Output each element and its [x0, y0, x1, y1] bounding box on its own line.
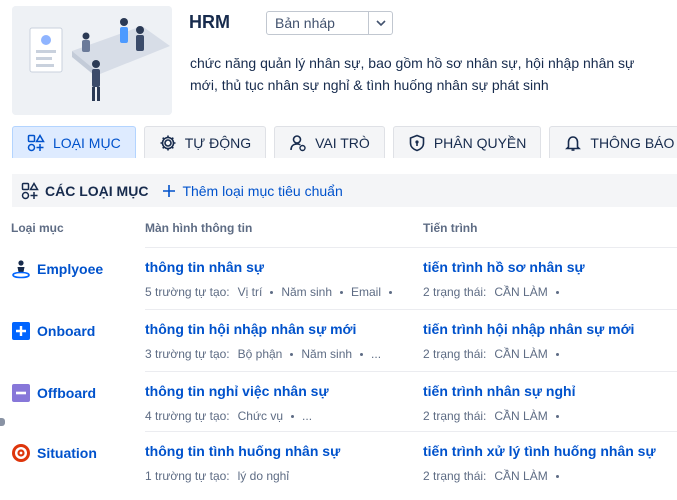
minus-square-icon: [12, 384, 30, 402]
tab-permissions[interactable]: PHÂN QUYỀN: [392, 126, 542, 158]
workflow-link[interactable]: tiến trình xử lý tình huống nhân sự: [423, 443, 656, 459]
tab-label: PHÂN QUYỀN: [433, 134, 527, 151]
item-type-name: Offboard: [37, 385, 97, 401]
workflow-statuses: 2 trạng thái: CẦN LÀM: [423, 347, 567, 361]
target-icon: [12, 444, 30, 462]
screen-link[interactable]: thông tin tình huống nhân sự: [145, 443, 340, 459]
item-type-link[interactable]: Offboard: [11, 383, 96, 403]
workflow-statuses: 2 trạng thái: CẦN LÀM: [423, 409, 567, 423]
item-type-link[interactable]: Situation: [11, 443, 97, 463]
item-type-link[interactable]: Onboard: [11, 321, 95, 341]
workflow-statuses: 2 trạng thái: CẦN LÀM: [423, 285, 567, 299]
user-icon: [290, 134, 306, 151]
field-name: lý do nghỉ: [237, 469, 290, 483]
item-type-link[interactable]: Emplyoee: [11, 259, 103, 279]
field-name: Năm sinh: [281, 285, 332, 299]
row-divider: [145, 371, 677, 372]
table-row: Situation thông tin tình huống nhân sự 1…: [0, 431, 677, 493]
tab-item-types[interactable]: LOẠI MỤC: [12, 126, 136, 158]
section-toolbar: CÁC LOẠI MỤC Thêm loại mục tiêu chuẩn: [12, 174, 677, 207]
status-dropdown[interactable]: Bản nháp: [266, 11, 393, 35]
item-type-name: Onboard: [37, 323, 96, 339]
screen-link[interactable]: thông tin nghỉ việc nhân sự: [145, 383, 329, 399]
fields-count: 1 trường tự tạo:: [145, 469, 230, 483]
status-count: 2 trạng thái:: [423, 285, 487, 299]
status-name: CẦN LÀM: [494, 469, 548, 483]
table-row: Emplyoee thông tin nhân sự 5 trường tự t…: [0, 247, 677, 309]
field-name: ...: [302, 409, 313, 423]
status-count: 2 trạng thái:: [423, 409, 487, 423]
screen-link[interactable]: thông tin hội nhập nhân sự mới: [145, 321, 356, 337]
tab-notifications[interactable]: THÔNG BÁO: [549, 126, 677, 158]
section-title: CÁC LOẠI MỤC: [45, 182, 149, 199]
workflow-link[interactable]: tiến trình hội nhập nhân sự mới: [423, 321, 634, 337]
item-type-name: Emplyoee: [37, 261, 104, 277]
status-value: Bản nháp: [275, 15, 335, 31]
screen-fields: 1 trường tự tạo: lý do nghỉ: [145, 469, 289, 483]
screen-fields: 4 trường tự tạo: Chức vụ ...: [145, 409, 312, 423]
item-type-name: Situation: [37, 445, 97, 461]
plus-square-icon: [12, 322, 30, 340]
fields-count: 4 trường tự tạo:: [145, 409, 230, 423]
screen-link[interactable]: thông tin nhân sự: [145, 259, 264, 275]
field-name: Vị trí: [237, 285, 263, 299]
status-name: CẦN LÀM: [494, 285, 548, 299]
tab-label: TỰ ĐỘNG: [184, 134, 252, 151]
status-count: 2 trạng thái:: [423, 469, 487, 483]
screen-fields: 5 trường tự tạo: Vị trí Năm sinh Email: [145, 285, 400, 299]
fields-count: 5 trường tự tạo:: [145, 285, 230, 299]
app-description: chức năng quản lý nhân sự, bao gồm hồ sơ…: [190, 55, 635, 93]
field-name: Email: [351, 285, 382, 299]
fields-count: 3 trường tự tạo:: [145, 347, 230, 361]
column-header-type: Loại mục: [11, 221, 64, 235]
tab-label: LOẠI MỤC: [53, 134, 121, 151]
plus-icon: [163, 184, 176, 197]
tab-bar: LOẠI MỤC TỰ ĐỘNG VAI TRÒ PHÂN QUYỀN THÔN…: [12, 126, 677, 158]
field-name: Chức vụ: [237, 409, 284, 423]
workflow-link[interactable]: tiến trình nhân sự nghỉ: [423, 383, 575, 399]
bell-icon: [565, 135, 582, 151]
add-button-label: Thêm loại mục tiêu chuẩn: [182, 182, 343, 199]
item-types-icon: [27, 133, 45, 151]
column-header-flow: Tiến trình: [423, 221, 478, 235]
row-divider: [145, 247, 677, 248]
panel-resize-handle[interactable]: [0, 418, 5, 426]
workflow-link[interactable]: tiến trình hồ sơ nhân sự: [423, 259, 585, 275]
field-name: ...: [371, 347, 382, 361]
field-name: Năm sinh: [301, 347, 353, 361]
table-row: Onboard thông tin hội nhập nhân sự mới 3…: [0, 309, 677, 371]
tab-roles[interactable]: VAI TRÒ: [274, 126, 385, 158]
tab-automation[interactable]: TỰ ĐỘNG: [143, 126, 267, 158]
chevron-down-icon[interactable]: [368, 12, 392, 34]
app-title: HRM: [189, 12, 230, 32]
tab-label: VAI TRÒ: [315, 134, 370, 151]
item-types-icon: [21, 181, 39, 199]
tab-label: THÔNG BÁO: [590, 134, 675, 151]
screen-fields: 3 trường tự tạo: Bộ phận Năm sinh ...: [145, 347, 381, 361]
row-divider: [145, 431, 677, 432]
status-count: 2 trạng thái:: [423, 347, 487, 361]
shield-icon: [409, 134, 425, 151]
gear-icon: [160, 135, 176, 150]
add-standard-item-type-button[interactable]: Thêm loại mục tiêu chuẩn: [162, 182, 343, 199]
row-divider: [145, 309, 677, 310]
status-name: CẦN LÀM: [494, 409, 548, 423]
workflow-statuses: 2 trạng thái: CẦN LÀM: [423, 469, 567, 483]
status-name: CẦN LÀM: [494, 347, 548, 361]
table-row: Offboard thông tin nghỉ việc nhân sự 4 t…: [0, 371, 677, 433]
column-header-screen: Màn hình thông tin: [145, 221, 253, 235]
employee-icon: [12, 260, 30, 279]
field-name: Bộ phận: [237, 347, 283, 361]
header-illustration: [12, 6, 172, 115]
